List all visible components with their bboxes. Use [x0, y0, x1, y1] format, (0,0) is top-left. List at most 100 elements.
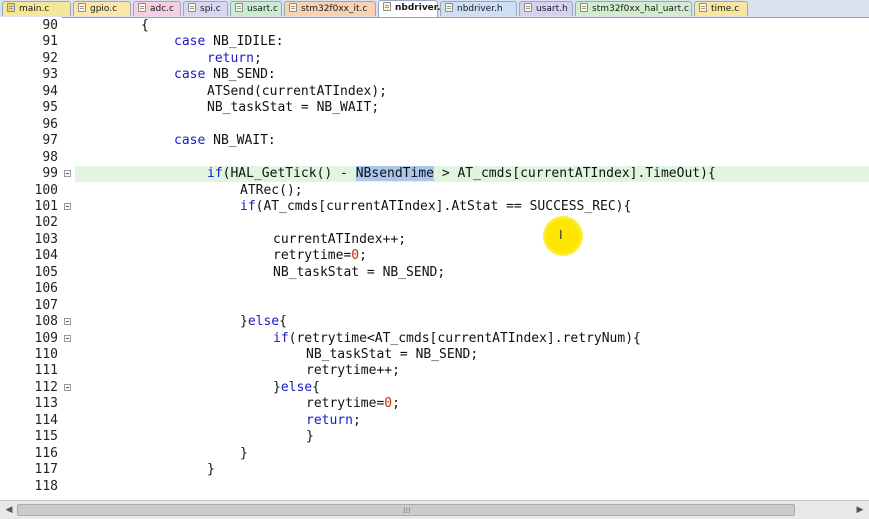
code-token: ATSend(currentATIndex); [207, 83, 388, 99]
file-icon [289, 3, 297, 12]
selected-token: NBsendTime [355, 166, 434, 182]
code-token: retrytime= [306, 396, 385, 412]
keyword-token: case [174, 133, 206, 149]
tab-usart-h[interactable]: usart.h [519, 1, 573, 16]
tab-spi-c[interactable]: spi.c [183, 1, 228, 16]
code-line[interactable]: retrytime=0; [75, 248, 869, 264]
code-token: NB_taskStat = NB_SEND; [306, 347, 479, 362]
code-line[interactable] [75, 281, 869, 297]
fold-toggle-icon[interactable] [64, 334, 71, 342]
line-number: 104 [34, 248, 58, 264]
code-line[interactable] [75, 150, 869, 166]
code-line[interactable]: } [75, 429, 869, 445]
locked-file-icon [7, 3, 15, 12]
code-line[interactable]: } [75, 462, 869, 478]
tab-stm32f0xx-it-c[interactable]: stm32f0xx_it.c [284, 1, 376, 16]
file-icon [699, 3, 707, 12]
tab-label: stm32f0xx_it.c [301, 4, 368, 14]
tab-nbdriver-c[interactable]: nbdriver.c [378, 0, 446, 17]
number-token: 0 [384, 396, 393, 412]
code-line[interactable]: ATRec(); [75, 183, 869, 199]
fold-toggle-icon[interactable] [64, 383, 71, 391]
line-number: 96 [42, 116, 58, 132]
code-token: NB_taskStat = NB_SEND; [273, 264, 446, 280]
code-line[interactable]: retrytime++; [75, 363, 869, 379]
code-line[interactable]: case NB_SEND: [75, 67, 869, 83]
code-line[interactable]: return; [75, 413, 869, 429]
line-number: 107 [34, 297, 58, 313]
code-token: { [312, 379, 320, 395]
horizontal-scrollbar[interactable]: ◀ ⁞⁞⁞ ▶ [0, 500, 869, 519]
tab-label: nbdriver.c [395, 3, 446, 13]
code-line[interactable]: NB_taskStat = NB_WAIT; [75, 100, 869, 116]
tab-label: gpio.c [90, 4, 118, 14]
line-number: 110 [34, 347, 58, 362]
code-line[interactable]: return; [75, 51, 869, 67]
code-token: { [279, 314, 287, 330]
code-token: NB_WAIT: [205, 133, 276, 149]
line-number: 102 [34, 215, 58, 231]
code-line[interactable]: NB_taskStat = NB_SEND; [75, 347, 869, 363]
code-token: ATRec(); [240, 182, 303, 198]
keyword-token: else [280, 379, 313, 395]
code-token: (HAL_GetTick() - [222, 166, 356, 182]
code-token: ; [352, 412, 361, 428]
line-number: 98 [42, 149, 58, 165]
line-number: 111 [34, 363, 58, 379]
line-number: 95 [42, 100, 58, 116]
fold-toggle-icon[interactable] [64, 170, 71, 178]
tab-label: adc.c [150, 4, 174, 14]
code-line[interactable]: if(retrytime<AT_cmds[currentATIndex].ret… [75, 331, 869, 347]
fold-toggle-icon[interactable] [64, 202, 71, 210]
code-line[interactable] [75, 298, 869, 314]
tab-main-c[interactable]: main.c [2, 1, 71, 16]
file-icon [383, 2, 391, 11]
line-number: 99 [42, 166, 58, 182]
code-line[interactable] [75, 117, 869, 133]
file-icon [235, 3, 243, 12]
scroll-left-icon[interactable]: ◀ [2, 503, 16, 517]
line-number: 101 [34, 198, 58, 214]
code-token: currentATIndex++; [273, 231, 407, 247]
tab-label: nbdriver.h [457, 4, 503, 14]
line-number: 116 [34, 445, 58, 461]
code-line[interactable] [75, 479, 869, 495]
keyword-token: return [306, 412, 353, 428]
tab-adc-c[interactable]: adc.c [133, 1, 181, 16]
scroll-right-icon[interactable]: ▶ [853, 503, 867, 517]
code-line[interactable]: { [75, 18, 869, 34]
line-number: 100 [34, 182, 58, 198]
code-line[interactable]: currentATIndex++; [75, 232, 869, 248]
line-number: 109 [34, 330, 58, 346]
code-line[interactable]: if(AT_cmds[currentATIndex].AtStat == SUC… [75, 199, 869, 215]
code-line[interactable]: }else{ [75, 380, 869, 396]
code-editor[interactable]: {case NB_IDILE: return; case NB_SEND: ATSen… [75, 17, 869, 500]
code-token: NB_SEND: [205, 67, 276, 83]
code-token: NB_taskStat = NB_WAIT; [207, 100, 380, 116]
code-token: retrytime= [273, 248, 352, 264]
tab-gpio-c[interactable]: gpio.c [73, 1, 131, 16]
line-number: 112 [34, 379, 58, 395]
code-token: retrytime++; [306, 363, 400, 379]
code-line[interactable]: }else{ [75, 314, 869, 330]
tab-usart-c[interactable]: usart.c [230, 1, 282, 16]
tab-label: stm32f0xx_hal_uart.c [592, 4, 689, 14]
tab-stm32f0xx-hal-uart-c[interactable]: stm32f0xx_hal_uart.c [575, 1, 692, 16]
code-line[interactable]: if(HAL_GetTick() - NBsendTime > AT_cmds[… [75, 166, 869, 183]
number-token: 0 [351, 248, 360, 264]
code-line[interactable]: ATSend(currentATIndex); [75, 84, 869, 100]
line-number: 118 [34, 478, 58, 494]
code-line[interactable]: case NB_IDILE: [75, 34, 869, 50]
code-line[interactable] [75, 215, 869, 231]
code-line[interactable]: } [75, 446, 869, 462]
scroll-thumb[interactable]: ⁞⁞⁞ [17, 504, 795, 516]
code-token: } [240, 445, 248, 461]
tab-time-c[interactable]: time.c [694, 1, 748, 16]
line-number: 90 [42, 18, 58, 33]
line-number: 113 [34, 396, 58, 412]
code-line[interactable]: case NB_WAIT: [75, 133, 869, 149]
fold-toggle-icon[interactable] [64, 318, 71, 326]
code-line[interactable]: NB_taskStat = NB_SEND; [75, 265, 869, 281]
code-line[interactable]: retrytime=0; [75, 396, 869, 412]
tab-nbdriver-h[interactable]: nbdriver.h [440, 1, 517, 16]
